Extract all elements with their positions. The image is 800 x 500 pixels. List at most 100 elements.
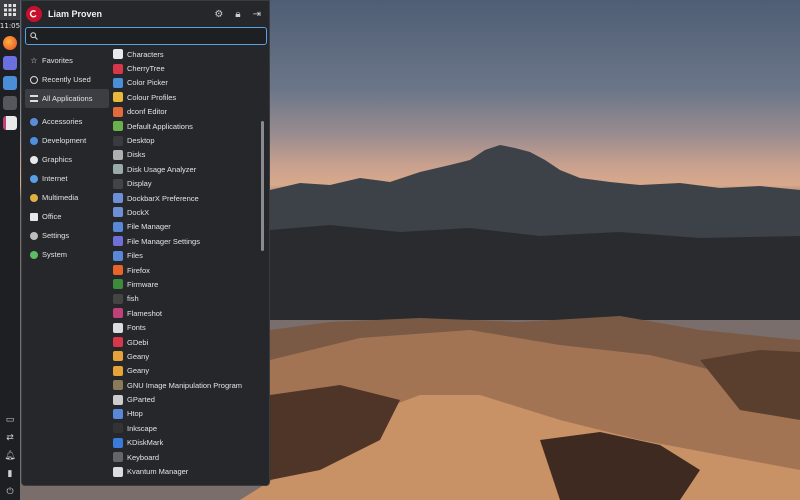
app-label: Flameshot	[127, 308, 163, 318]
app-item[interactable]: Colour Profiles	[111, 90, 263, 104]
app-icon	[113, 106, 123, 117]
category-recently-used[interactable]: Recently Used	[25, 70, 109, 89]
category-list: ☆ Favorites Recently Used All Applicatio…	[25, 51, 109, 264]
app-item[interactable]: Default Applications	[111, 119, 263, 133]
app-label: Inkscape	[127, 423, 158, 433]
app-item[interactable]: GDebi	[111, 335, 263, 349]
user-name[interactable]: Liam Proven	[48, 9, 102, 19]
app-grid-button[interactable]	[0, 0, 20, 20]
menu-header: Liam Proven ⚙ 🔒︎ ⇥	[22, 1, 269, 27]
category-label: Internet	[42, 174, 68, 183]
app-label: Display	[127, 179, 152, 189]
category-favorites[interactable]: ☆ Favorites	[25, 51, 109, 70]
app-item[interactable]: Flameshot	[111, 306, 263, 320]
document-launcher-icon[interactable]	[3, 116, 17, 130]
firefox-launcher-icon[interactable]	[3, 36, 17, 50]
application-menu: Liam Proven ⚙ 🔒︎ ⇥ ☆ Favorites Recently …	[21, 0, 270, 486]
app-item[interactable]: GNU Image Manipulation Program	[111, 378, 263, 392]
search-field[interactable]	[25, 27, 267, 45]
app-item[interactable]: Display	[111, 177, 263, 191]
app-icon	[113, 77, 123, 88]
accessories-icon	[30, 117, 38, 126]
app-item[interactable]: Inkscape	[111, 421, 263, 435]
category-label: Multimedia	[42, 193, 79, 202]
app-item[interactable]: File Manager	[111, 220, 263, 234]
panel-clock: 11:05	[0, 22, 21, 30]
graphics-icon	[30, 155, 38, 164]
category-office[interactable]: Office	[25, 207, 109, 226]
swirl-icon	[29, 10, 37, 18]
app-item[interactable]: File Manager Settings	[111, 234, 263, 248]
lock-icon[interactable]: 🔒︎	[235, 9, 240, 20]
app-icon	[113, 135, 123, 146]
app-item[interactable]: dconf Editor	[111, 105, 263, 119]
app-icon	[113, 164, 123, 175]
network-icon[interactable]: ⇄	[6, 432, 14, 442]
app-label: Keyboard	[127, 452, 160, 462]
app-label: Fonts	[127, 323, 146, 333]
app-item[interactable]: KDiskMark	[111, 436, 263, 450]
app-item[interactable]: Geany	[111, 349, 263, 363]
monitor-icon[interactable]: ▭	[6, 414, 15, 424]
app-icon	[113, 408, 123, 419]
app-item[interactable]: Disks	[111, 148, 263, 162]
app-icon	[113, 380, 123, 391]
app-item[interactable]: Desktop	[111, 133, 263, 147]
category-settings[interactable]: Settings	[25, 226, 109, 245]
app-item[interactable]: Firmware	[111, 277, 263, 291]
category-multimedia[interactable]: Multimedia	[25, 188, 109, 207]
debian-logo-icon[interactable]	[26, 6, 42, 22]
app-list-scrollbar[interactable]	[261, 121, 264, 251]
app-icon	[113, 394, 123, 405]
category-development[interactable]: Development	[25, 131, 109, 150]
app-item[interactable]: GParted	[111, 392, 263, 406]
category-internet[interactable]: Internet	[25, 169, 109, 188]
app-item[interactable]: Htop	[111, 407, 263, 421]
bell-icon[interactable]: 🔔︎	[4, 450, 15, 460]
category-label: All Applications	[42, 94, 93, 103]
list-icon	[30, 95, 38, 102]
app-icon	[113, 337, 123, 347]
app-item[interactable]: CherryTree	[111, 61, 263, 75]
app-item[interactable]: Files	[111, 248, 263, 262]
app-item[interactable]: Firefox	[111, 263, 263, 277]
app-label: CherryTree	[127, 64, 165, 74]
office-icon	[30, 212, 38, 221]
app-item[interactable]: Characters	[111, 47, 263, 61]
system-tray: ▭ ⇄ 🔔︎ ▮ ⏻	[0, 414, 20, 496]
app-icon	[113, 63, 123, 74]
app-item[interactable]: Fonts	[111, 320, 263, 334]
app-icon	[113, 207, 123, 218]
app-icon	[113, 250, 123, 261]
logout-icon[interactable]: ⇥	[253, 9, 261, 20]
app-item[interactable]: DockbarX Preference	[111, 191, 263, 205]
category-all-applications[interactable]: All Applications	[25, 89, 109, 108]
files-launcher-icon[interactable]	[3, 76, 17, 90]
app-icon	[113, 423, 123, 434]
search-input[interactable]	[42, 31, 242, 41]
clock-icon	[30, 75, 38, 84]
app-item[interactable]: Geany	[111, 364, 263, 378]
app-item[interactable]: Color Picker	[111, 76, 263, 90]
app-item[interactable]: fish	[111, 292, 263, 306]
file-manager-launcher-icon[interactable]	[3, 56, 17, 70]
category-graphics[interactable]: Graphics	[25, 150, 109, 169]
app-label: Disks	[127, 150, 146, 160]
category-system[interactable]: System	[25, 245, 109, 264]
app-label: Desktop	[127, 136, 155, 146]
search-icon	[30, 32, 38, 40]
settings-gear-icon[interactable]: ⚙	[214, 9, 223, 20]
app-item[interactable]: DockX	[111, 205, 263, 219]
app-icon	[113, 121, 123, 132]
terminal-launcher-icon[interactable]	[3, 96, 17, 110]
category-label: Recently Used	[42, 75, 91, 84]
battery-icon[interactable]: ▮	[8, 468, 13, 478]
app-label: Default Applications	[127, 121, 193, 131]
app-item[interactable]: Kvantum Manager	[111, 464, 263, 478]
app-label: Color Picker	[127, 78, 168, 88]
app-label: Geany	[127, 351, 150, 361]
app-item[interactable]: Disk Usage Analyzer	[111, 162, 263, 176]
power-icon[interactable]: ⏻	[6, 486, 13, 496]
category-accessories[interactable]: Accessories	[25, 112, 109, 131]
app-item[interactable]: Keyboard	[111, 450, 263, 464]
